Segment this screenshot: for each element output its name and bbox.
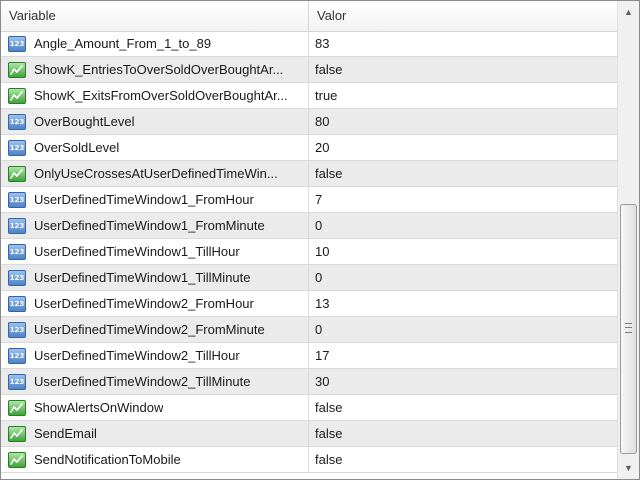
value-cell[interactable]: 30 — [309, 369, 617, 394]
column-header-variable[interactable]: Variable — [1, 1, 309, 31]
variable-name: SendEmail — [34, 426, 97, 441]
scrollbar-thumb[interactable] — [620, 204, 637, 454]
variable-name: OnlyUseCrossesAtUserDefinedTimeWin... — [34, 166, 278, 181]
variable-cell: 123 UserDefinedTimeWindow2_FromHour — [1, 291, 309, 316]
variable-name: ShowAlertsOnWindow — [34, 400, 164, 415]
column-header-value[interactable]: Valor — [309, 1, 617, 31]
variable-cell: 123 UserDefinedTimeWindow2_FromMinute — [1, 317, 309, 342]
variable-name: UserDefinedTimeWindow1_TillHour — [34, 244, 240, 259]
variable-name: UserDefinedTimeWindow2_TillHour — [34, 348, 240, 363]
table-row[interactable]: 123 UserDefinedTimeWindow1_TillMinute 0 — [1, 265, 617, 291]
variable-cell: SendNotificationToMobile — [1, 447, 309, 472]
number-type-icon: 123 — [8, 295, 26, 312]
number-type-icon: 123 — [8, 269, 26, 286]
number-type-icon: 123 — [8, 243, 26, 260]
variable-name: UserDefinedTimeWindow2_TillMinute — [34, 374, 251, 389]
variable-cell: 123 OverBoughtLevel — [1, 109, 309, 134]
variable-name: UserDefinedTimeWindow2_FromHour — [34, 296, 254, 311]
value-cell[interactable]: 20 — [309, 135, 617, 160]
variable-name: ShowK_EntriesToOverSoldOverBoughtAr... — [34, 62, 284, 77]
boolean-type-icon — [8, 451, 26, 468]
boolean-type-icon — [8, 61, 26, 78]
table-row[interactable]: 123 UserDefinedTimeWindow1_TillHour 10 — [1, 239, 617, 265]
variable-name: UserDefinedTimeWindow1_TillMinute — [34, 270, 251, 285]
table-row[interactable]: 123 UserDefinedTimeWindow1_FromHour 7 — [1, 187, 617, 213]
table-row[interactable]: 123 Angle_Amount_From_1_to_89 83 — [1, 31, 617, 57]
table-row[interactable]: OnlyUseCrossesAtUserDefinedTimeWin... fal… — [1, 161, 617, 187]
variable-cell: 123 UserDefinedTimeWindow2_TillMinute — [1, 369, 309, 394]
parameters-grid: Variable Valor 123 Angle_Amount_From_1_to… — [1, 1, 617, 479]
grip-icon — [625, 323, 632, 333]
variable-name: ShowK_ExitsFromOverSoldOverBoughtAr... — [34, 88, 288, 103]
variable-cell: 123 UserDefinedTimeWindow2_TillHour — [1, 343, 309, 368]
table-row[interactable]: 123 UserDefinedTimeWindow1_FromMinute 0 — [1, 213, 617, 239]
number-type-icon: 123 — [8, 113, 26, 130]
scroll-down-arrow-icon[interactable]: ▼ — [620, 460, 637, 476]
table-row[interactable]: 123 UserDefinedTimeWindow2_FromMinute 0 — [1, 317, 617, 343]
value-cell[interactable]: 0 — [309, 213, 617, 238]
variable-cell: ShowAlertsOnWindow — [1, 395, 309, 420]
variable-cell: 123 UserDefinedTimeWindow1_TillHour — [1, 239, 309, 264]
variable-name: UserDefinedTimeWindow2_FromMinute — [34, 322, 265, 337]
table-body: 123 Angle_Amount_From_1_to_89 83 ShowK_Entr… — [1, 31, 617, 473]
variable-cell: 123 UserDefinedTimeWindow1_FromMinute — [1, 213, 309, 238]
table-row[interactable]: SendEmail false — [1, 421, 617, 447]
variable-name: Angle_Amount_From_1_to_89 — [34, 36, 212, 51]
value-cell[interactable]: 80 — [309, 109, 617, 134]
vertical-scrollbar[interactable]: ▲ ▼ — [617, 1, 639, 479]
value-cell[interactable]: 7 — [309, 187, 617, 212]
boolean-type-icon — [8, 87, 26, 104]
boolean-type-icon — [8, 399, 26, 416]
table-row[interactable]: SendNotificationToMobile false — [1, 447, 617, 473]
number-type-icon: 123 — [8, 139, 26, 156]
table-row[interactable]: 123 UserDefinedTimeWindow2_FromHour 13 — [1, 291, 617, 317]
value-cell[interactable]: false — [309, 447, 617, 472]
value-cell[interactable]: 10 — [309, 239, 617, 264]
value-cell[interactable]: 0 — [309, 265, 617, 290]
value-cell[interactable]: false — [309, 57, 617, 82]
value-cell[interactable]: 0 — [309, 317, 617, 342]
table-row[interactable]: 123 OverSoldLevel 20 — [1, 135, 617, 161]
variable-name: UserDefinedTimeWindow1_FromHour — [34, 192, 254, 207]
boolean-type-icon — [8, 425, 26, 442]
value-cell[interactable]: 83 — [309, 31, 617, 56]
value-cell[interactable]: false — [309, 161, 617, 186]
variable-cell: ShowK_EntriesToOverSoldOverBoughtAr... — [1, 57, 309, 82]
number-type-icon: 123 — [8, 321, 26, 338]
variable-name: OverBoughtLevel — [34, 114, 135, 129]
value-cell[interactable]: false — [309, 421, 617, 446]
number-type-icon: 123 — [8, 191, 26, 208]
value-cell[interactable]: 17 — [309, 343, 617, 368]
number-type-icon: 123 — [8, 35, 26, 52]
variable-name: SendNotificationToMobile — [34, 452, 181, 467]
scroll-up-arrow-icon[interactable]: ▲ — [620, 4, 637, 20]
table-row[interactable]: 123 OverBoughtLevel 80 — [1, 109, 617, 135]
variable-cell: ShowK_ExitsFromOverSoldOverBoughtAr... — [1, 83, 309, 108]
variable-name: OverSoldLevel — [34, 140, 120, 155]
table-header: Variable Valor — [1, 1, 617, 32]
value-cell[interactable]: true — [309, 83, 617, 108]
variable-cell: OnlyUseCrossesAtUserDefinedTimeWin... — [1, 161, 309, 186]
variable-cell: 123 UserDefinedTimeWindow1_FromHour — [1, 187, 309, 212]
variable-name: UserDefinedTimeWindow1_FromMinute — [34, 218, 265, 233]
number-type-icon: 123 — [8, 217, 26, 234]
table-row[interactable]: 123 UserDefinedTimeWindow2_TillHour 17 — [1, 343, 617, 369]
number-type-icon: 123 — [8, 347, 26, 364]
inputs-table: Variable Valor 123 Angle_Amount_From_1_to… — [0, 0, 640, 480]
value-cell[interactable]: 13 — [309, 291, 617, 316]
table-row[interactable]: ShowK_ExitsFromOverSoldOverBoughtAr... tr… — [1, 83, 617, 109]
variable-cell: SendEmail — [1, 421, 309, 446]
table-row[interactable]: 123 UserDefinedTimeWindow2_TillMinute 30 — [1, 369, 617, 395]
number-type-icon: 123 — [8, 373, 26, 390]
value-cell[interactable]: false — [309, 395, 617, 420]
variable-cell: 123 OverSoldLevel — [1, 135, 309, 160]
table-row[interactable]: ShowK_EntriesToOverSoldOverBoughtAr... fa… — [1, 57, 617, 83]
variable-cell: 123 Angle_Amount_From_1_to_89 — [1, 31, 309, 56]
boolean-type-icon — [8, 165, 26, 182]
table-row[interactable]: ShowAlertsOnWindow false — [1, 395, 617, 421]
variable-cell: 123 UserDefinedTimeWindow1_TillMinute — [1, 265, 309, 290]
